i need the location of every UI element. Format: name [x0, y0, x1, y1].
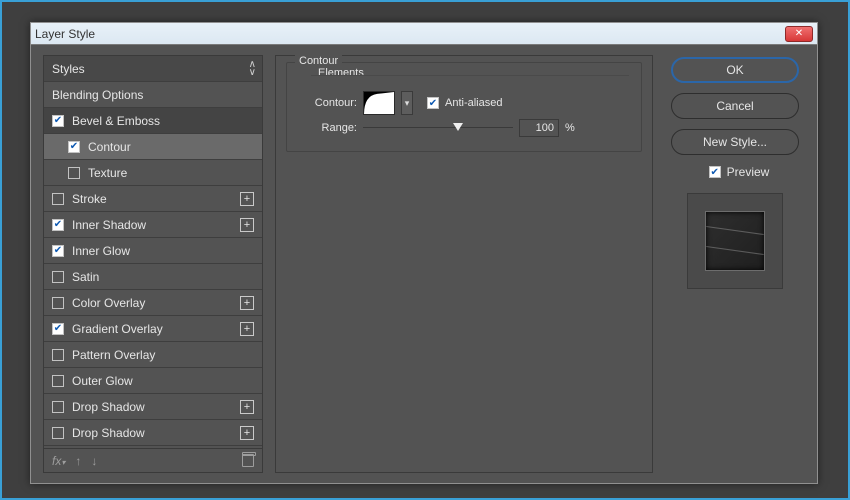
- new-style-button[interactable]: New Style...: [671, 129, 799, 155]
- style-checkbox[interactable]: [68, 141, 80, 153]
- style-checkbox[interactable]: [52, 323, 64, 335]
- styles-header[interactable]: Styles∧∨: [44, 56, 262, 82]
- antialiased-label: Anti-aliased: [445, 97, 502, 109]
- style-checkbox[interactable]: [52, 115, 64, 127]
- style-row-drop-shadow[interactable]: Drop Shadow+: [44, 420, 262, 446]
- style-row-gradient-overlay[interactable]: Gradient Overlay+: [44, 316, 262, 342]
- range-input[interactable]: [519, 119, 559, 137]
- add-effect-icon[interactable]: +: [240, 296, 254, 310]
- style-row-contour[interactable]: Contour: [44, 134, 262, 160]
- range-unit: %: [565, 122, 575, 134]
- trash-icon[interactable]: [242, 454, 254, 467]
- style-checkbox[interactable]: [52, 219, 64, 231]
- style-checkbox[interactable]: [52, 401, 64, 413]
- preview-label: Preview: [727, 165, 770, 179]
- style-label: Inner Glow: [72, 244, 254, 258]
- style-checkbox[interactable]: [68, 167, 80, 179]
- add-effect-icon[interactable]: +: [240, 426, 254, 440]
- close-button[interactable]: ✕: [785, 26, 813, 42]
- arrow-up-icon[interactable]: ↑: [75, 454, 81, 468]
- style-row-texture[interactable]: Texture: [44, 160, 262, 186]
- contour-group-title: Contour: [295, 55, 342, 67]
- fx-icon[interactable]: fx▾: [52, 454, 65, 468]
- arrow-down-icon[interactable]: ↓: [91, 454, 97, 468]
- style-checkbox[interactable]: [52, 297, 64, 309]
- styles-panel: Styles∧∨ Blending Options Bevel & Emboss Co…: [43, 55, 263, 473]
- style-row-outer-glow[interactable]: Outer Glow: [44, 368, 262, 394]
- style-label: Stroke: [72, 192, 240, 206]
- ok-button[interactable]: OK: [671, 57, 799, 83]
- contour-label: Contour:: [301, 97, 357, 109]
- settings-panel: Contour Elements Contour: ▾ Anti-aliased…: [275, 55, 653, 473]
- style-label: Outer Glow: [72, 374, 254, 388]
- contour-group: Contour Elements Contour: ▾ Anti-aliased…: [286, 62, 642, 152]
- style-checkbox[interactable]: [52, 375, 64, 387]
- style-checkbox[interactable]: [52, 245, 64, 257]
- elements-subtitle: Elements: [315, 67, 367, 79]
- add-effect-icon[interactable]: +: [240, 192, 254, 206]
- antialiased-checkbox[interactable]: [427, 97, 439, 109]
- add-effect-icon[interactable]: +: [240, 218, 254, 232]
- style-label: Gradient Overlay: [72, 322, 240, 336]
- style-checkbox[interactable]: [52, 427, 64, 439]
- contour-picker[interactable]: [363, 91, 395, 115]
- style-row-satin[interactable]: Satin: [44, 264, 262, 290]
- preview-checkbox[interactable]: [709, 166, 721, 178]
- contour-curve-icon: [364, 92, 394, 115]
- style-row-color-overlay[interactable]: Color Overlay+: [44, 290, 262, 316]
- add-effect-icon[interactable]: +: [240, 322, 254, 336]
- range-slider[interactable]: [363, 124, 513, 132]
- action-panel: OK Cancel New Style... Preview: [665, 55, 805, 473]
- window-title: Layer Style: [35, 27, 785, 41]
- contour-dropdown[interactable]: ▾: [401, 91, 413, 115]
- style-label: Blending Options: [52, 88, 254, 102]
- style-label: Drop Shadow: [72, 426, 240, 440]
- style-label: Inner Shadow: [72, 218, 240, 232]
- preview-thumbnail: [687, 193, 783, 289]
- layer-style-dialog: Layer Style ✕ Styles∧∨ Blending Options Be…: [30, 22, 818, 484]
- chevron-down-icon[interactable]: ∨: [249, 67, 256, 78]
- style-checkbox[interactable]: [52, 349, 64, 361]
- style-label: Texture: [88, 166, 254, 180]
- style-label: Color Overlay: [72, 296, 240, 310]
- style-row-inner-shadow[interactable]: Inner Shadow+: [44, 212, 262, 238]
- style-checkbox[interactable]: [52, 193, 64, 205]
- style-label: Bevel & Emboss: [72, 114, 254, 128]
- style-row-stroke[interactable]: Stroke+: [44, 186, 262, 212]
- style-label: Contour: [88, 140, 254, 154]
- add-effect-icon[interactable]: +: [240, 400, 254, 414]
- styles-footer: fx▾ ↑ ↓: [43, 449, 263, 473]
- style-row-inner-glow[interactable]: Inner Glow: [44, 238, 262, 264]
- titlebar[interactable]: Layer Style ✕: [31, 23, 817, 45]
- style-row-blending-options[interactable]: Blending Options: [44, 82, 262, 108]
- style-label: Drop Shadow: [72, 400, 240, 414]
- style-label: Satin: [72, 270, 254, 284]
- style-row-bevel-emboss[interactable]: Bevel & Emboss: [44, 108, 262, 134]
- style-row-drop-shadow[interactable]: Drop Shadow+: [44, 394, 262, 420]
- style-label: Pattern Overlay: [72, 348, 254, 362]
- style-checkbox[interactable]: [52, 271, 64, 283]
- cancel-button[interactable]: Cancel: [671, 93, 799, 119]
- style-row-pattern-overlay[interactable]: Pattern Overlay: [44, 342, 262, 368]
- range-label: Range:: [301, 122, 357, 134]
